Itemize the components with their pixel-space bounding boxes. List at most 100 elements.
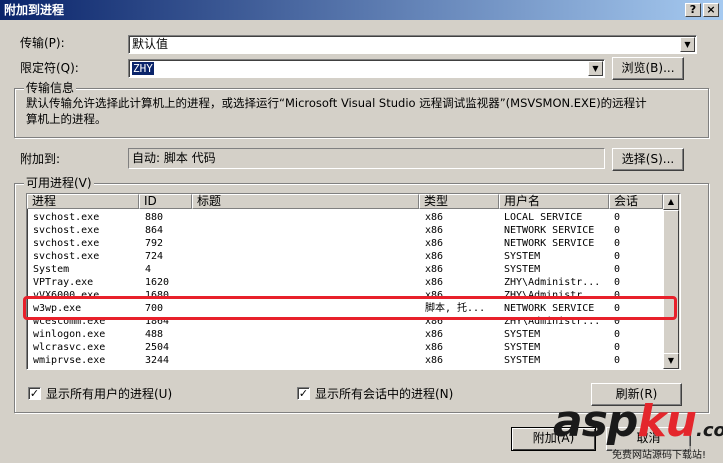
show-all-users-label: 显示所有用户的进程(U) — [46, 387, 173, 401]
process-row[interactable]: System 4 x86 SYSTEM 0 — [27, 263, 663, 276]
column-header-session[interactable]: 会话 — [609, 194, 663, 209]
process-type-cell: x86 — [425, 212, 444, 223]
qualifier-value: ZHY — [132, 62, 154, 75]
process-title-cell — [198, 328, 417, 341]
process-session-cell: 0 — [614, 342, 621, 353]
process-session-cell: 0 — [614, 238, 621, 249]
process-session-cell: 0 — [614, 251, 621, 262]
process-row[interactable]: winlogon.exe 488 x86 SYSTEM 0 — [27, 328, 663, 341]
transport-info-text-2: 算机上的进程。 — [26, 112, 107, 126]
attach-to-value: 自动: 脚本 代码 — [132, 151, 216, 165]
help-button[interactable]: ? — [685, 3, 701, 17]
column-header-title[interactable]: 标题 — [192, 194, 419, 209]
process-username-cell: LOCAL SERVICE — [504, 212, 583, 223]
process-id-cell: 3244 — [145, 355, 170, 366]
process-username-cell: NETWORK SERVICE — [504, 238, 595, 249]
process-title-cell — [198, 341, 417, 354]
process-type-cell: x86 — [425, 225, 444, 236]
column-header-process[interactable]: 进程 — [27, 194, 139, 209]
process-username-cell: ZHY\Administr... — [504, 277, 601, 288]
transport-value: 默认值 — [132, 37, 169, 51]
column-header-type[interactable]: 类型 — [419, 194, 499, 209]
highlight-annotation — [23, 296, 677, 320]
process-id-cell: 864 — [145, 225, 164, 236]
process-id-cell: 724 — [145, 251, 164, 262]
process-session-cell: 0 — [614, 264, 621, 275]
process-name-cell: wmiprvse.exe — [33, 355, 106, 366]
process-session-cell: 0 — [614, 212, 621, 223]
process-row[interactable]: svchost.exe 724 x86 SYSTEM 0 — [27, 250, 663, 263]
process-title-cell — [198, 211, 417, 224]
transport-info-title: 传输信息 — [24, 81, 77, 95]
process-type-cell: x86 — [425, 238, 444, 249]
process-title-cell — [198, 263, 417, 276]
process-id-cell: 2504 — [145, 342, 170, 353]
process-name-cell: svchost.exe — [33, 251, 100, 262]
process-name-cell: wlcrasvc.exe — [33, 342, 106, 353]
process-id-cell: 488 — [145, 329, 164, 340]
show-all-sessions-label: 显示所有会话中的进程(N) — [315, 387, 454, 401]
column-header-id[interactable]: ID — [139, 194, 192, 209]
chevron-down-icon[interactable]: ▼ — [588, 61, 603, 76]
process-title-cell — [198, 224, 417, 237]
process-id-cell: 1620 — [145, 277, 170, 288]
available-processes-title: 可用进程(V) — [24, 176, 94, 190]
process-type-cell: x86 — [425, 329, 444, 340]
process-username-cell: SYSTEM — [504, 251, 541, 262]
process-row[interactable]: svchost.exe 880 x86 LOCAL SERVICE 0 — [27, 211, 663, 224]
qualifier-label: 限定符(Q): — [20, 61, 79, 75]
process-name-cell: svchost.exe — [33, 225, 100, 236]
process-id-cell: 792 — [145, 238, 164, 249]
process-type-cell: x86 — [425, 355, 444, 366]
transport-info-text-1: 默认传输允许选择此计算机上的进程，或选择运行“Microsoft Visual … — [26, 96, 647, 110]
process-session-cell: 0 — [614, 225, 621, 236]
scrollbar-thumb[interactable] — [663, 210, 679, 355]
process-row[interactable]: svchost.exe 864 x86 NETWORK SERVICE 0 — [27, 224, 663, 237]
chevron-down-icon[interactable]: ▼ — [680, 37, 695, 52]
process-row[interactable]: wmiprvse.exe 3244 x86 SYSTEM 0 — [27, 354, 663, 367]
show-all-users-checkbox[interactable]: ✓ — [28, 387, 41, 400]
process-title-cell — [198, 237, 417, 250]
process-username-cell: SYSTEM — [504, 355, 541, 366]
process-name-cell: svchost.exe — [33, 238, 100, 249]
browse-button[interactable]: 浏览(B)... — [612, 57, 684, 80]
transport-label: 传输(P): — [20, 36, 65, 50]
process-title-cell — [198, 354, 417, 367]
process-type-cell: x86 — [425, 277, 444, 288]
process-type-cell: x86 — [425, 342, 444, 353]
show-all-sessions-checkbox[interactable]: ✓ — [297, 387, 310, 400]
process-row[interactable]: VPTray.exe 1620 x86 ZHY\Administr... 0 — [27, 276, 663, 289]
vertical-scrollbar[interactable]: ▲ ▼ — [663, 194, 680, 369]
process-type-cell: x86 — [425, 264, 444, 275]
attach-to-label: 附加到: — [20, 152, 61, 166]
process-type-cell: x86 — [425, 251, 444, 262]
process-name-cell: System — [33, 264, 70, 275]
process-id-cell: 4 — [145, 264, 152, 275]
scroll-down-icon[interactable]: ▼ — [663, 353, 679, 369]
process-row[interactable]: svchost.exe 792 x86 NETWORK SERVICE 0 — [27, 237, 663, 250]
process-list[interactable]: 进程 ID 标题 类型 用户名 会话 svchost.exe 880 x86 LOCA… — [26, 193, 681, 370]
process-session-cell: 0 — [614, 355, 621, 366]
process-username-cell: NETWORK SERVICE — [504, 225, 595, 236]
process-name-cell: VPTray.exe — [33, 277, 94, 288]
process-name-cell: svchost.exe — [33, 212, 100, 223]
attach-to-field: 自动: 脚本 代码 — [128, 148, 605, 169]
process-username-cell: SYSTEM — [504, 264, 541, 275]
qualifier-combo[interactable]: ZHY ▼ — [128, 59, 605, 78]
process-row[interactable]: wlcrasvc.exe 2504 x86 SYSTEM 0 — [27, 341, 663, 354]
process-id-cell: 880 — [145, 212, 164, 223]
title-bar: 附加到进程 — [0, 0, 723, 20]
process-username-cell: SYSTEM — [504, 342, 541, 353]
transport-combo[interactable]: 默认值 ▼ — [128, 35, 697, 54]
process-title-cell — [198, 250, 417, 263]
process-session-cell: 0 — [614, 329, 621, 340]
process-title-cell — [198, 276, 417, 289]
column-header-username[interactable]: 用户名 — [499, 194, 609, 209]
select-button[interactable]: 选择(S)... — [612, 148, 684, 171]
close-button[interactable]: × — [703, 3, 719, 17]
scroll-up-icon[interactable]: ▲ — [663, 194, 679, 210]
watermark-tagline: 免费网站源码下载站! — [612, 446, 707, 461]
process-username-cell: SYSTEM — [504, 329, 541, 340]
process-name-cell: winlogon.exe — [33, 329, 106, 340]
process-session-cell: 0 — [614, 277, 621, 288]
